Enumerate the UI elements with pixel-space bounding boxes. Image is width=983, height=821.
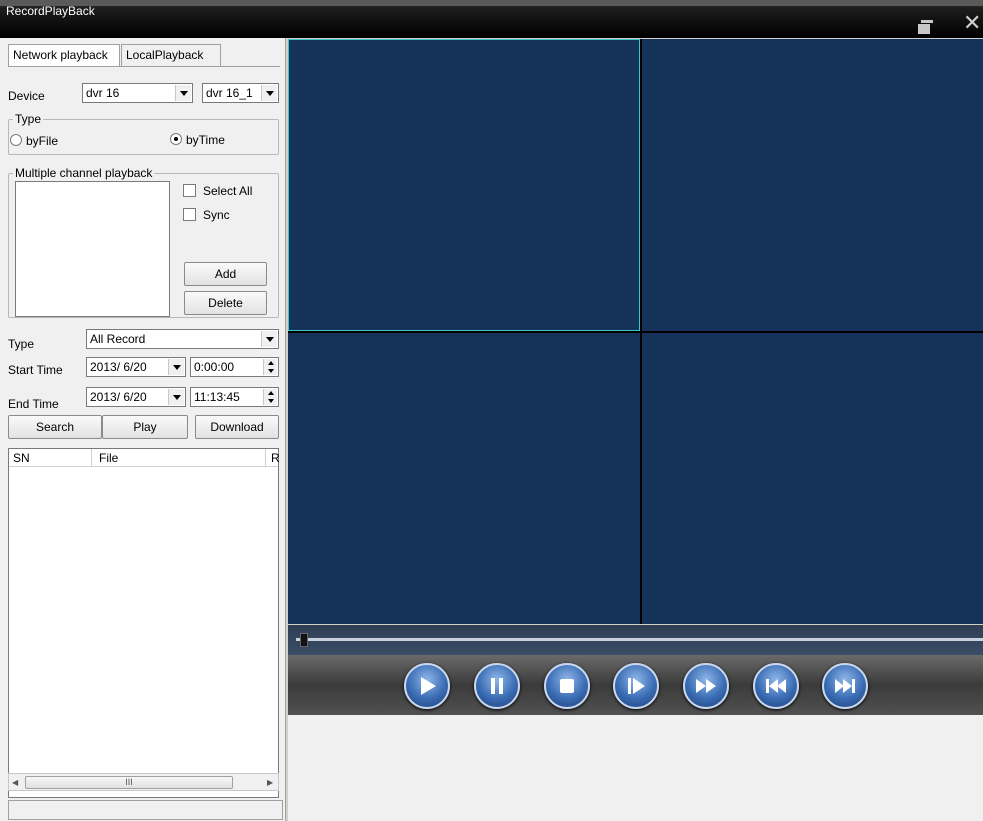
- column-header-sn[interactable]: SN: [13, 451, 30, 465]
- video-pane-1[interactable]: [288, 39, 640, 331]
- sync-label: Sync: [203, 208, 230, 222]
- type-group-title: Type: [13, 112, 44, 126]
- start-time-spinner[interactable]: 0:00:00: [190, 357, 279, 377]
- scroll-right-icon[interactable]: ▶: [267, 778, 273, 787]
- chevron-down-icon: [175, 85, 191, 101]
- radio-by-file-label: byFile: [26, 134, 59, 148]
- title-bar: RecordPlayBack ✕: [0, 0, 983, 38]
- chevron-down-icon: [168, 389, 184, 405]
- video-grid: [288, 39, 983, 624]
- end-time-label: End Time: [8, 397, 59, 411]
- end-time-value: 11:13:45: [194, 390, 240, 404]
- video-pane-4[interactable]: [642, 333, 983, 624]
- end-time-spinner[interactable]: 11:13:45: [190, 387, 279, 407]
- column-divider: [91, 449, 92, 467]
- device-select-value: dvr 16: [86, 86, 120, 100]
- sync-checkbox[interactable]: [183, 208, 196, 221]
- spinner-icon[interactable]: [263, 359, 277, 375]
- radio-by-time-label: byTime: [186, 133, 225, 147]
- status-bar: [8, 800, 283, 820]
- play-button[interactable]: Play: [102, 415, 188, 439]
- device-select[interactable]: dvr 16: [82, 83, 193, 103]
- skip-back-icon[interactable]: [753, 663, 799, 709]
- column-header-file[interactable]: File: [99, 451, 118, 465]
- restore-icon[interactable]: [918, 20, 934, 34]
- select-all-checkbox[interactable]: [183, 184, 196, 197]
- play-icon[interactable]: [404, 663, 450, 709]
- stop-icon[interactable]: [544, 663, 590, 709]
- radio-by-file[interactable]: [10, 134, 22, 146]
- multi-channel-group: Multiple channel playback Select All Syn…: [8, 166, 279, 318]
- step-forward-icon[interactable]: [613, 663, 659, 709]
- record-file-table[interactable]: SN File R: [8, 448, 280, 798]
- radio-by-time[interactable]: [170, 133, 182, 145]
- chevron-down-icon: [261, 85, 277, 101]
- skip-forward-icon[interactable]: [822, 663, 868, 709]
- column-divider: [265, 449, 266, 467]
- pause-icon[interactable]: [474, 663, 520, 709]
- record-type-select[interactable]: All Record: [86, 329, 279, 349]
- playback-controls: [288, 655, 983, 715]
- video-pane-3[interactable]: [288, 333, 640, 624]
- download-button[interactable]: Download: [195, 415, 279, 439]
- channel-select[interactable]: dvr 16_1: [202, 83, 279, 103]
- seek-bar[interactable]: [288, 625, 983, 655]
- channel-select-value: dvr 16_1: [206, 86, 253, 100]
- table-header: SN File R: [9, 449, 280, 467]
- video-pane-2[interactable]: [642, 39, 983, 331]
- scroll-grip: III: [125, 777, 133, 787]
- left-panel: Network playback LocalPlayback Device dv…: [0, 38, 286, 821]
- close-icon[interactable]: ✕: [963, 12, 981, 34]
- delete-button[interactable]: Delete: [184, 291, 267, 315]
- start-date-value: 2013/ 6/20: [90, 360, 147, 374]
- add-button[interactable]: Add: [184, 262, 267, 286]
- window-title: RecordPlayBack: [6, 4, 95, 18]
- spinner-icon[interactable]: [263, 389, 277, 405]
- tab-local-playback[interactable]: LocalPlayback: [121, 44, 221, 66]
- record-type-label: Type: [8, 337, 35, 351]
- chevron-down-icon: [168, 359, 184, 375]
- channel-listbox[interactable]: [15, 181, 170, 317]
- chevron-down-icon: [261, 331, 277, 347]
- start-date-picker[interactable]: 2013/ 6/20: [86, 357, 186, 377]
- search-button[interactable]: Search: [8, 415, 102, 439]
- tab-divider: [8, 66, 280, 67]
- record-type-value: All Record: [90, 332, 146, 346]
- select-all-label: Select All: [203, 184, 253, 198]
- end-date-value: 2013/ 6/20: [90, 390, 147, 404]
- title-bar-edge: [0, 0, 983, 6]
- horizontal-scrollbar[interactable]: ◀ III ▶: [8, 773, 279, 791]
- device-label: Device: [8, 89, 45, 103]
- type-group: Type byFile byTime: [8, 112, 279, 155]
- fast-forward-icon[interactable]: [683, 663, 729, 709]
- scroll-left-icon[interactable]: ◀: [12, 778, 18, 787]
- multi-channel-title: Multiple channel playback: [13, 166, 155, 180]
- column-header-r[interactable]: R: [271, 451, 280, 465]
- seek-handle[interactable]: [300, 633, 308, 647]
- start-time-label: Start Time: [8, 363, 63, 377]
- seek-track: [296, 638, 983, 641]
- bottom-empty-area: [288, 715, 983, 821]
- end-date-picker[interactable]: 2013/ 6/20: [86, 387, 186, 407]
- start-time-value: 0:00:00: [194, 360, 235, 374]
- tab-network-playback[interactable]: Network playback: [8, 44, 120, 66]
- scroll-thumb[interactable]: III: [25, 776, 233, 789]
